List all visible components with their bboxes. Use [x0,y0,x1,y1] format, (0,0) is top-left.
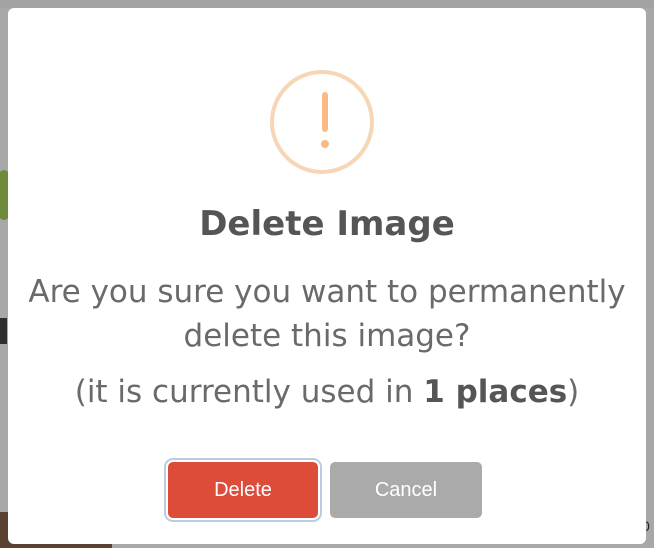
warning-exclamation-icon [270,70,374,174]
delete-button[interactable]: Delete [168,462,318,518]
exclamation-dot [321,140,329,148]
background-label [0,318,7,344]
exclamation-bar [322,92,328,132]
cancel-button[interactable]: Cancel [330,462,482,518]
usage-count: 1 places [423,374,568,410]
dialog-title: Delete Image [199,204,455,244]
background-header [0,0,654,8]
usage-prefix: (it is currently used in [74,374,424,410]
usage-note: (it is currently used in 1 places) [8,374,646,410]
dialog-message: Are you sure you want to permanently del… [28,274,626,354]
usage-suffix: ) [567,374,580,410]
delete-image-dialog: Delete Image Are you sure you want to pe… [8,8,646,544]
